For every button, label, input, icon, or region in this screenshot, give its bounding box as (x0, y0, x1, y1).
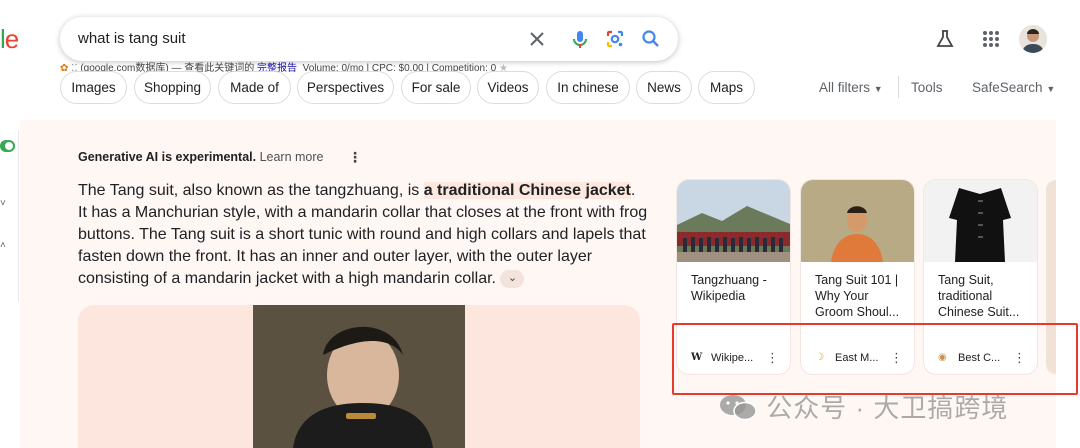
search-input[interactable]: what is tang suit (78, 30, 186, 47)
photo-man-in-tang-suit[interactable] (253, 305, 465, 448)
watermark: 公众号 · 大卫搞跨境 (718, 388, 1008, 429)
highlighted-answer: a traditional Chinese jacket (423, 182, 631, 199)
ai-overview-text: The Tang suit, also known as the tangzhu… (78, 182, 648, 288)
source-title[interactable]: Tang Suit 101 | Why Your Groom Shoul... (815, 272, 907, 320)
wechat-icon (718, 392, 758, 429)
all-filters-dropdown[interactable]: All filters ▼ (819, 80, 883, 95)
labs-flask-icon[interactable] (934, 28, 956, 55)
lens-icon[interactable] (604, 28, 626, 50)
chip-maps[interactable]: Maps (698, 71, 755, 104)
avatar[interactable] (1019, 25, 1047, 53)
chip-for-sale[interactable]: For sale (401, 71, 471, 104)
more-options-icon[interactable]: ⋮ (348, 149, 362, 166)
chip-in-chinese[interactable]: In chinese (546, 71, 630, 104)
chevron-down-icon[interactable]: ˅ (0, 198, 6, 209)
chip-videos[interactable]: Videos (477, 71, 539, 104)
source-thumbnail (801, 180, 914, 262)
divider (898, 76, 899, 98)
google-logo-fragment[interactable]: le (0, 22, 19, 56)
annotation-red-box (672, 323, 1078, 395)
mic-icon[interactable] (569, 28, 591, 50)
apps-grid-icon[interactable] (981, 29, 1001, 54)
chip-shopping[interactable]: Shopping (134, 71, 211, 104)
chip-images[interactable]: Images (60, 71, 127, 104)
learn-more-link[interactable]: Learn more (260, 150, 324, 164)
chip-made-of[interactable]: Made of (218, 71, 291, 104)
side-panel-fragment (0, 130, 19, 302)
chip-perspectives[interactable]: Perspectives (297, 71, 394, 104)
tools-button[interactable]: Tools (911, 80, 943, 95)
safesearch-dropdown[interactable]: SafeSearch ▼ (972, 80, 1055, 95)
ai-overview-header: Generative AI is experimental. Learn mor… (78, 150, 324, 164)
chevron-up-icon[interactable]: ˄ (0, 240, 6, 251)
close-icon[interactable] (526, 28, 548, 50)
source-title[interactable]: Tangzhuang - Wikipedia (691, 272, 783, 304)
search-icon[interactable] (640, 28, 662, 50)
source-title[interactable]: Tang Suit, traditional Chinese Suit... (938, 272, 1030, 320)
caret-down-icon: ▼ (1046, 84, 1056, 94)
chip-news[interactable]: News (636, 71, 692, 104)
source-thumbnail (924, 180, 1037, 262)
search-box[interactable]: what is tang suit (60, 17, 678, 61)
source-thumbnail (677, 180, 790, 262)
expand-chevron-icon[interactable]: ⌄ (500, 269, 525, 288)
caret-down-icon: ▼ (873, 84, 883, 94)
toggle-switch[interactable] (0, 140, 15, 152)
